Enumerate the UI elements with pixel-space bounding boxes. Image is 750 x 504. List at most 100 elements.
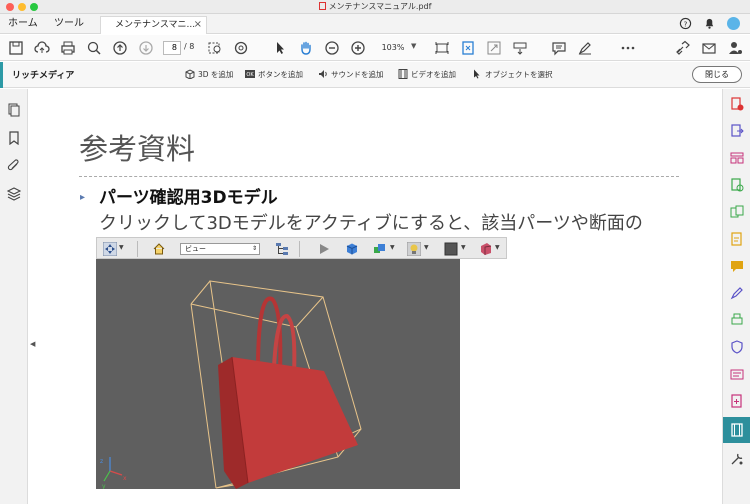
fill-sign-icon[interactable] <box>730 232 744 246</box>
select-arrows-icon: ⇕ <box>251 245 257 252</box>
page-down-icon[interactable] <box>138 40 154 56</box>
fit-page-icon[interactable] <box>434 40 450 56</box>
projection-cube-icon[interactable] <box>345 242 359 256</box>
highlight-pen-icon[interactable] <box>577 40 593 56</box>
pdf-file-icon <box>318 2 326 10</box>
select-cursor-icon[interactable] <box>272 40 288 56</box>
select-object-button[interactable]: オブジェクトを選択 <box>472 69 553 80</box>
upload-cloud-icon[interactable] <box>34 40 50 56</box>
add-button-button[interactable]: OK ボタンを追加 <box>245 69 303 80</box>
lighting-dropdown-icon[interactable]: ▼ <box>424 244 438 258</box>
page-title: 参考資料 <box>79 132 196 166</box>
cube-icon <box>185 69 195 79</box>
find-text-icon[interactable] <box>233 40 249 56</box>
richmedia-accent <box>0 62 3 88</box>
svg-text:y: y <box>102 483 106 489</box>
zoom-search-icon[interactable] <box>86 40 102 56</box>
close-richmedia-button[interactable]: 閉じる <box>692 66 742 83</box>
marquee-zoom-icon[interactable] <box>207 40 223 56</box>
comment-icon[interactable] <box>551 40 567 56</box>
render-dropdown-icon[interactable]: ▼ <box>390 244 404 258</box>
print-icon[interactable] <box>60 40 76 56</box>
add-button-label: ボタンを追加 <box>258 70 303 79</box>
rotate-3d-tool-icon[interactable] <box>103 242 117 256</box>
scroll-mode-icon[interactable] <box>512 40 528 56</box>
window-titlebar: メンテナンスマニュアル.pdf <box>0 0 750 14</box>
select-object-label: オブジェクトを選択 <box>485 70 553 79</box>
page-up-icon[interactable] <box>112 40 128 56</box>
tool-dropdown-icon[interactable]: ▼ <box>119 244 133 258</box>
main-toolbar: 8 / 8 103% ▼ <box>0 35 750 61</box>
print-production-icon[interactable] <box>730 313 744 327</box>
sign-pen-icon[interactable] <box>730 286 744 300</box>
home-view-icon[interactable] <box>152 242 166 256</box>
zoom-in-icon[interactable] <box>350 40 366 56</box>
zoom-level[interactable]: 103% <box>376 41 410 55</box>
section-dropdown-icon[interactable]: ▼ <box>495 244 509 258</box>
svg-text:x: x <box>123 475 127 482</box>
link-icon[interactable] <box>675 40 691 56</box>
toolbar-separator <box>137 241 138 257</box>
right-tools-panel <box>722 89 750 504</box>
model-tree-icon[interactable] <box>275 242 289 256</box>
background-dropdown-icon[interactable]: ▼ <box>461 244 475 258</box>
collapse-left-panel-icon[interactable]: ◀ <box>30 340 35 348</box>
3d-model-viewport[interactable]: z x y <box>96 259 460 489</box>
view-select[interactable]: ビュー ⇕ <box>180 243 260 255</box>
add-3d-button[interactable]: 3D を追加 <box>185 69 233 80</box>
edit-pdf-icon[interactable] <box>730 178 744 192</box>
create-pdf-icon[interactable] <box>730 97 744 111</box>
tab-close-icon[interactable]: × <box>194 17 202 33</box>
zoom-dropdown-icon[interactable]: ▼ <box>411 42 416 50</box>
zoom-out-icon[interactable] <box>324 40 340 56</box>
page-total: / 8 <box>184 42 195 51</box>
toolbar-separator <box>299 241 300 257</box>
layers-icon[interactable] <box>7 187 21 201</box>
background-color-icon[interactable] <box>444 242 458 256</box>
organize-pages-icon[interactable] <box>730 151 744 165</box>
lighting-icon[interactable] <box>407 242 421 256</box>
page-number-input[interactable]: 8 <box>163 41 181 55</box>
hand-tool-icon[interactable] <box>298 40 314 56</box>
more-options-icon[interactable] <box>620 40 636 56</box>
prepare-form-icon[interactable] <box>730 394 744 408</box>
more-tools-icon[interactable] <box>730 452 744 466</box>
rich-media-film-icon[interactable] <box>730 423 744 437</box>
richmedia-title: リッチメディア <box>12 71 75 81</box>
pages-thumbnail-icon[interactable] <box>7 103 21 117</box>
avatar[interactable] <box>727 17 740 30</box>
save-icon[interactable] <box>8 40 24 56</box>
tab-home[interactable]: ホーム <box>8 14 38 34</box>
tab-bar: ホーム ツール メンテナンスマニ... × ? <box>0 14 750 34</box>
rotate-view-icon[interactable] <box>460 40 476 56</box>
3d-bag-model: z x y <box>100 280 362 489</box>
protect-shield-icon[interactable] <box>730 340 744 354</box>
mail-icon[interactable] <box>701 40 717 56</box>
add-sound-button[interactable]: サウンドを追加 <box>318 69 384 80</box>
combine-files-icon[interactable] <box>730 205 744 219</box>
export-pdf-icon[interactable] <box>730 124 744 138</box>
left-nav-panel <box>0 89 28 504</box>
share-user-icon[interactable] <box>727 40 743 56</box>
render-mode-icon[interactable] <box>373 242 387 256</box>
tab-document[interactable]: メンテナンスマニ... × <box>100 16 207 34</box>
title-divider <box>79 176 679 177</box>
tab-tools[interactable]: ツール <box>54 14 84 34</box>
cross-section-icon[interactable] <box>479 242 493 256</box>
bookmark-icon[interactable] <box>7 131 21 145</box>
help-icon[interactable]: ? <box>679 17 692 30</box>
svg-text:z: z <box>100 458 103 465</box>
add-video-button[interactable]: ビデオを追加 <box>398 69 456 80</box>
bell-icon[interactable] <box>703 17 716 30</box>
add-sound-label: サウンドを追加 <box>331 70 384 79</box>
svg-text:OK: OK <box>246 72 254 78</box>
redact-icon[interactable] <box>730 367 744 381</box>
play-animation-icon[interactable] <box>317 242 331 256</box>
comment-tool-icon[interactable] <box>730 259 744 273</box>
fullscreen-icon[interactable] <box>486 40 502 56</box>
tab-document-label: メンテナンスマニ... <box>115 20 196 30</box>
attachment-icon[interactable] <box>7 159 21 173</box>
window-title-text: メンテナンスマニュアル.pdf <box>328 2 432 11</box>
body-text: クリックして3Dモデルをアクティブにすると、該当パーツや断面の <box>99 213 643 234</box>
view-select-label: ビュー <box>185 245 206 253</box>
